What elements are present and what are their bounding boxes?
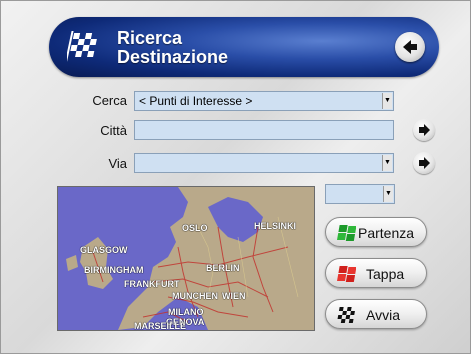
red-flag-icon <box>337 266 356 282</box>
via-select[interactable]: ▼ <box>134 153 394 173</box>
header-banner: Ricerca Destinazione <box>49 17 439 77</box>
map-label: WIEN <box>222 291 246 301</box>
chevron-down-icon[interactable]: ▼ <box>382 155 392 171</box>
cerca-value: < Punti di Interesse > <box>139 94 253 108</box>
cerca-label: Cerca <box>92 93 127 108</box>
avvia-label: Avvia <box>366 307 400 323</box>
map-label: MARSEILLE <box>134 321 187 331</box>
chevron-down-icon[interactable]: ▼ <box>382 93 392 109</box>
map-view[interactable]: OSLO HELSINKI GLASGOW BIRMINGHAM BERLIN … <box>57 186 315 331</box>
title-line-2: Destinazione <box>117 47 229 67</box>
via-go-button[interactable] <box>413 152 435 174</box>
partenza-button[interactable]: Partenza <box>325 217 427 247</box>
title-line-1: Ricerca <box>117 28 183 48</box>
cerca-select[interactable]: < Punti di Interesse > ▼ <box>134 91 394 111</box>
map-label: BERLIN <box>206 263 240 273</box>
map-label: MILANO <box>168 307 204 317</box>
map-label: BIRMINGHAM <box>84 265 144 275</box>
via-label: Via <box>108 156 127 171</box>
arrow-right-icon <box>419 157 430 169</box>
back-button[interactable] <box>395 32 425 62</box>
map-label: MUNCHEN <box>172 291 218 301</box>
partenza-label: Partenza <box>358 225 415 241</box>
map-label: OSLO <box>182 223 208 233</box>
checkered-flag-icon <box>67 31 97 63</box>
map-label: GLASGOW <box>80 245 128 255</box>
citta-input[interactable] <box>134 120 394 140</box>
avvia-button[interactable]: Avvia <box>325 299 427 329</box>
page-title: Ricerca Destinazione <box>117 29 228 67</box>
map-label: FRANKFURT <box>124 279 180 289</box>
tappa-button[interactable]: Tappa <box>325 258 427 288</box>
green-flag-icon <box>337 225 356 241</box>
map-zoom-select[interactable]: ▼ <box>325 184 395 204</box>
checkered-flag-icon <box>337 307 355 323</box>
map-label: HELSINKI <box>254 221 297 231</box>
chevron-down-icon[interactable]: ▼ <box>383 186 393 202</box>
citta-go-button[interactable] <box>413 119 435 141</box>
back-arrow-icon <box>403 40 417 54</box>
tappa-label: Tappa <box>366 266 405 282</box>
arrow-right-icon <box>419 124 430 136</box>
citta-label: Città <box>100 123 127 138</box>
